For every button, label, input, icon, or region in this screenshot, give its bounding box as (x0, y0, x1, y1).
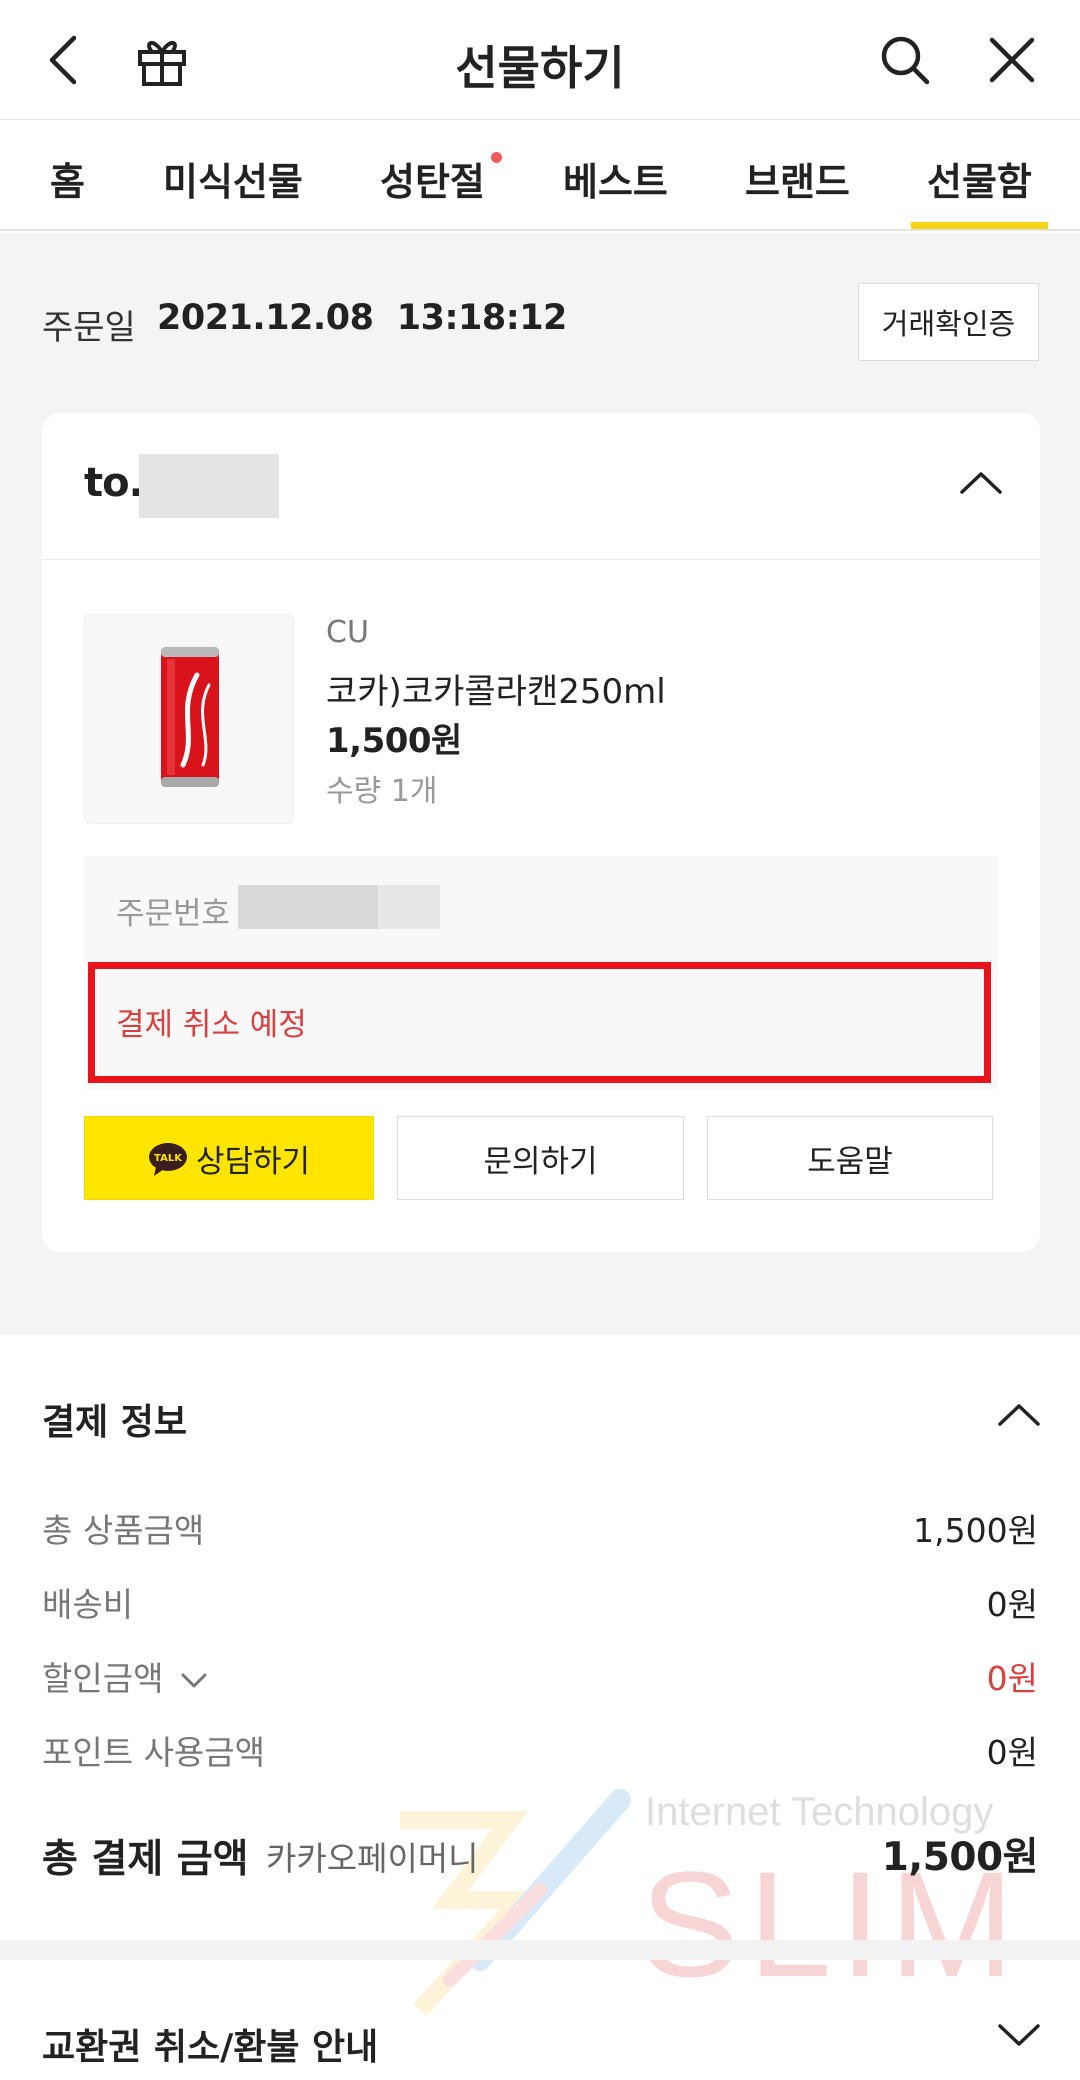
order-date-label: 주문일 (42, 308, 136, 348)
recipient-prefix: to. (84, 460, 144, 506)
tab-brand[interactable]: 브랜드 (745, 151, 850, 206)
discount-value: 0원 (986, 1659, 1038, 1698)
order-number-label: 주문번호 (116, 896, 231, 932)
active-tab-indicator (911, 222, 1048, 229)
discount-label[interactable]: 할인금액 (42, 1652, 208, 1700)
tab-gourmet[interactable]: 미식선물 (163, 151, 303, 206)
close-icon[interactable] (982, 30, 1042, 90)
payment-cancel-status: 결제 취소 예정 (116, 1007, 307, 1043)
recipient-name-redacted (139, 454, 279, 518)
product-brand: CU (326, 615, 369, 650)
subtotal-label: 총 상품금액 (42, 1511, 205, 1550)
coca-cola-can-image (161, 647, 219, 787)
chevron-up-icon[interactable] (958, 468, 1004, 498)
shipping-value: 0원 (986, 1585, 1038, 1624)
subtotal-value: 1,500원 (913, 1511, 1038, 1550)
consult-button-label: 상담하기 (195, 1143, 311, 1180)
search-icon[interactable] (875, 30, 935, 90)
product-price: 1,500원 (326, 721, 462, 761)
section-divider (0, 1940, 1080, 1960)
category-tabs: 홈 미식선물 성탄절 베스트 브랜드 선물함 (0, 121, 1080, 231)
refund-guide-title[interactable]: 교환권 취소/환불 안내 (42, 2018, 378, 2070)
chevron-up-icon[interactable] (996, 1400, 1042, 1430)
points-label: 포인트 사용금액 (42, 1733, 266, 1772)
svg-text:TALK: TALK (154, 1153, 183, 1164)
chevron-down-icon (181, 1673, 207, 1688)
total-payment-value: 1,500원 (881, 1835, 1039, 1880)
chevron-down-icon[interactable] (996, 2020, 1042, 2050)
help-button[interactable]: 도움말 (707, 1116, 993, 1200)
tab-best[interactable]: 베스트 (563, 151, 668, 206)
product-quantity: 수량 1개 (326, 774, 438, 809)
discount-label-text: 할인금액 (42, 1659, 164, 1698)
order-number-redacted (238, 885, 378, 929)
order-number-redacted-tail (378, 885, 440, 929)
payment-method: 카카오페이머니 (266, 1839, 479, 1878)
new-dot-indicator (491, 152, 502, 163)
inquiry-button[interactable]: 문의하기 (397, 1116, 684, 1200)
shipping-label: 배송비 (42, 1585, 134, 1624)
payment-info-title: 결제 정보 (42, 1402, 188, 1443)
app-header: 선물하기 (0, 0, 1080, 120)
points-value: 0원 (986, 1733, 1038, 1772)
tab-home[interactable]: 홈 (50, 151, 85, 206)
total-payment-label: 총 결제 금액 (42, 1837, 249, 1882)
consult-button[interactable]: TALK 상담하기 (84, 1116, 374, 1200)
order-date-value: 2021.12.08 13:18:12 (157, 298, 567, 338)
transaction-certificate-button[interactable]: 거래확인증 (858, 283, 1039, 361)
product-thumbnail[interactable] (84, 614, 294, 824)
tab-christmas[interactable]: 성탄절 (380, 151, 485, 206)
product-name[interactable]: 코카)코카콜라캔250ml (326, 664, 666, 713)
kakaotalk-icon: TALK (148, 1141, 192, 1176)
tab-gift-box[interactable]: 선물함 (927, 151, 1032, 206)
